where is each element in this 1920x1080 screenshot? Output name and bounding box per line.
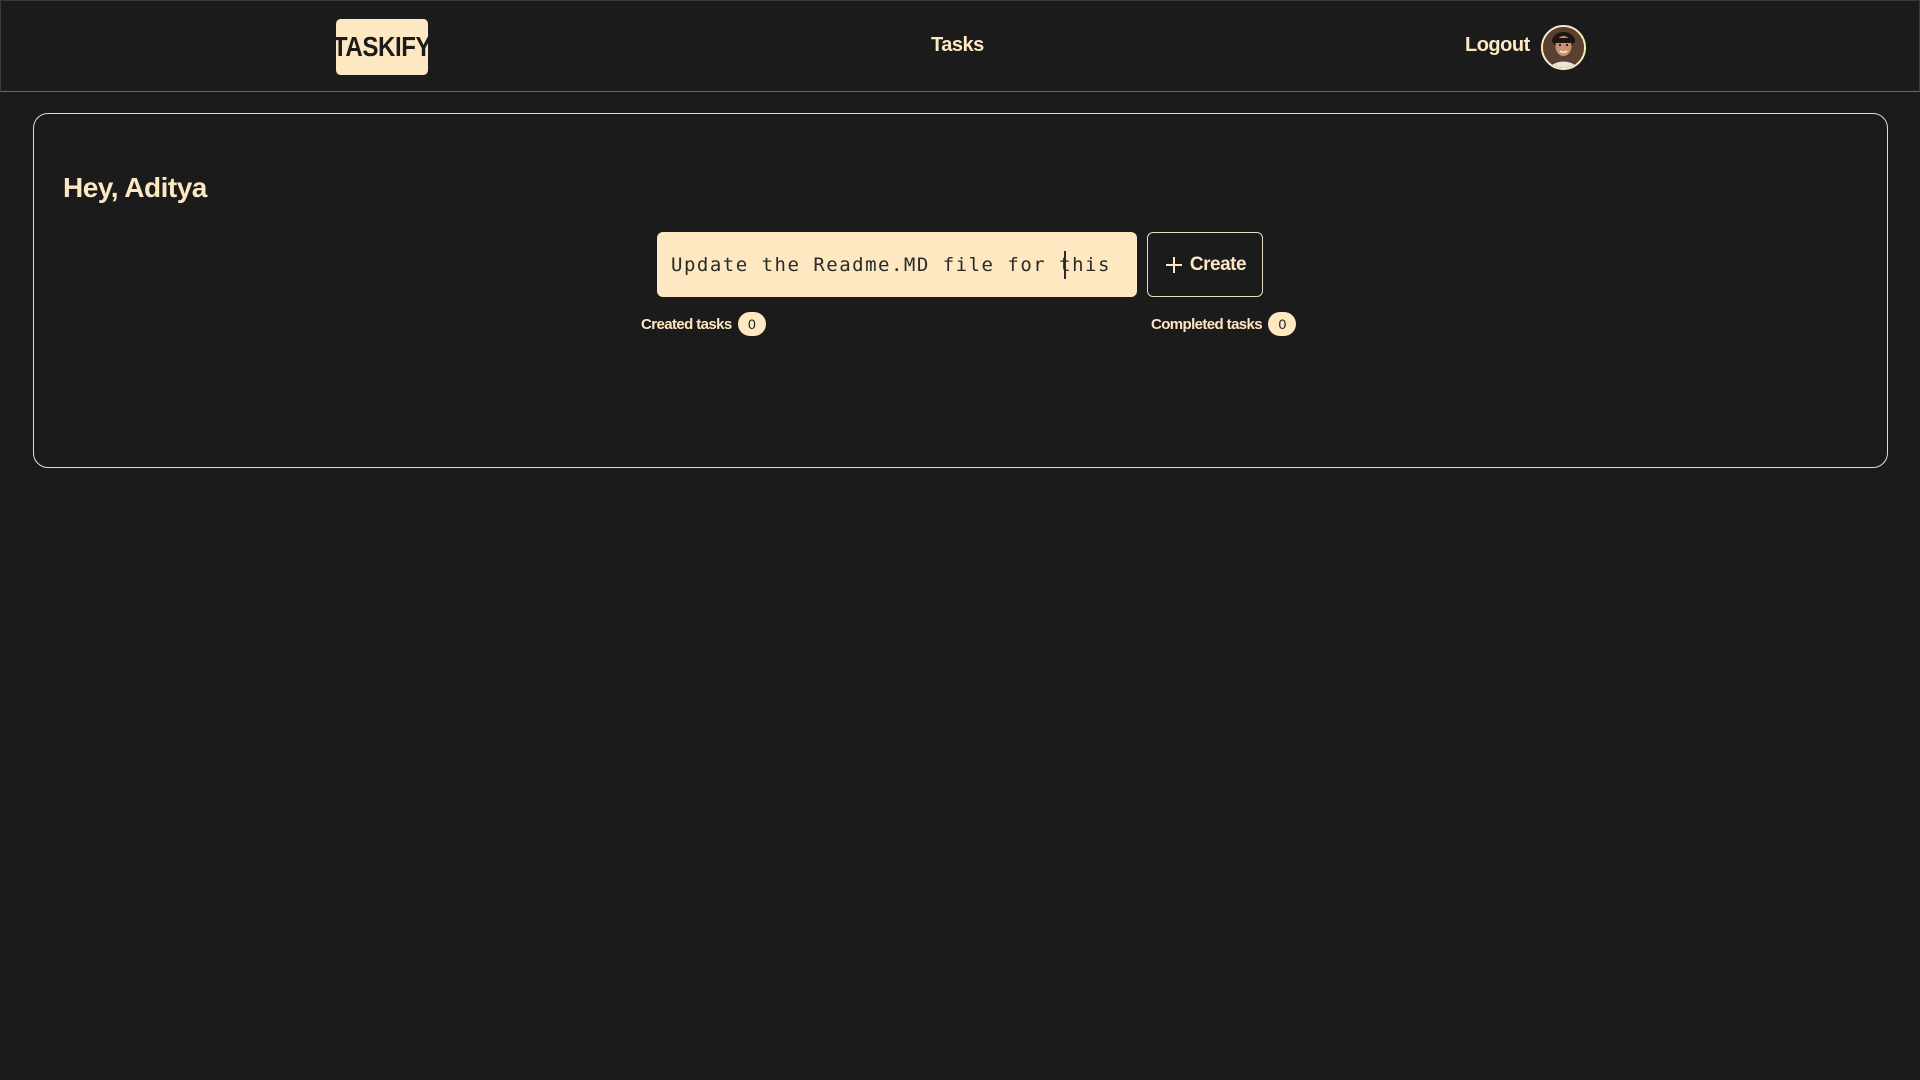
logo[interactable]: TASKIFY <box>333 19 432 75</box>
created-tasks-stat: Created tasks 0 <box>641 312 766 336</box>
logout-link[interactable]: Logout <box>1465 34 1530 57</box>
completed-tasks-count-badge: 0 <box>1268 312 1297 336</box>
created-tasks-label: Created tasks <box>641 315 732 333</box>
user-avatar-icon[interactable] <box>1541 25 1586 70</box>
created-tasks-count-badge: 0 <box>737 312 766 336</box>
completed-tasks-label: Completed tasks <box>1151 315 1263 333</box>
avatar-portrait <box>1543 27 1584 68</box>
create-task-button[interactable]: Create <box>1147 232 1263 297</box>
greeting-heading: Hey, Aditya <box>63 172 207 203</box>
plus-icon <box>1165 256 1182 273</box>
create-button-label: Create <box>1189 253 1247 275</box>
nav-link-tasks[interactable]: Tasks <box>931 34 984 57</box>
text-caret <box>1064 251 1066 279</box>
completed-tasks-stat: Completed tasks 0 <box>1151 312 1297 336</box>
top-navbar: TASKIFY Tasks Logout <box>0 0 1920 92</box>
